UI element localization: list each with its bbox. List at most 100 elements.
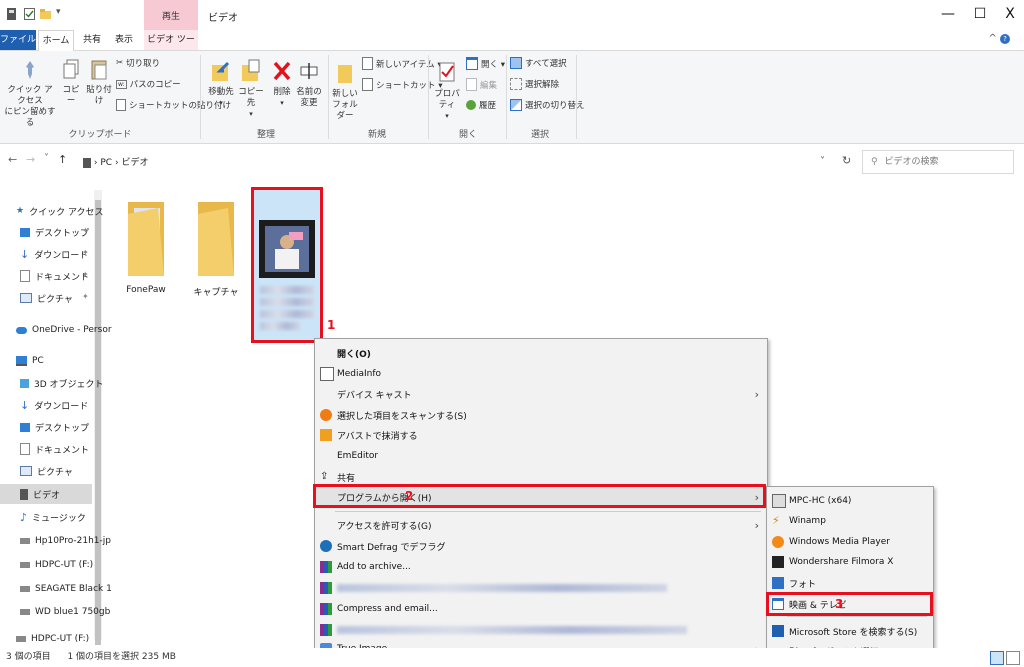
recent-locations-button[interactable]: ˅ <box>44 153 49 164</box>
menu-item-compress-email-named[interactable] <box>315 620 767 640</box>
breadcrumb-videos[interactable]: ビデオ <box>121 158 148 168</box>
menu-item-shred[interactable]: アバストで抹消する <box>315 425 767 445</box>
tab-file[interactable]: ファイル <box>0 30 36 50</box>
nav-pictures[interactable]: ピクチャ <box>20 289 73 307</box>
nav-pictures-pc[interactable]: ピクチャ <box>20 462 73 480</box>
menu-item-open[interactable]: 開く(O) <box>315 343 767 363</box>
rename-button[interactable]: 名前の 変更 <box>296 59 322 109</box>
properties-button[interactable]: プロパティ ▾ <box>430 59 464 122</box>
help-icon[interactable]: ? <box>1000 34 1010 44</box>
nav-pc[interactable]: PC <box>16 352 44 370</box>
open-button[interactable]: 開く ▾ <box>466 57 505 70</box>
address-bar[interactable]: › PC › ビデオ <box>82 152 824 174</box>
pin-icon[interactable]: ✦ <box>82 270 89 279</box>
tab-video-tools[interactable]: ビデオ ツール <box>144 30 198 65</box>
folder-fonepaw[interactable] <box>126 198 166 276</box>
cut-button[interactable]: ✂ 切り取り <box>116 57 160 69</box>
nav-downloads-pc[interactable]: ↓ ダウンロード <box>20 396 88 414</box>
nav-3d-objects[interactable]: 3D オブジェクト <box>20 374 104 392</box>
nav-downloads[interactable]: ↓ ダウンロード <box>20 245 88 263</box>
edit-button[interactable]: 編集 <box>466 78 497 91</box>
context-tab-label: 再生 <box>161 12 180 22</box>
tab-share[interactable]: 共有 <box>80 30 104 50</box>
pin-quick-access-button[interactable]: クイック アクセス にピン留めする <box>4 59 56 129</box>
nav-videos[interactable]: ビデオ <box>20 485 60 503</box>
submenu-item-store[interactable]: Microsoft Store を検索する(S) <box>767 621 933 641</box>
menu-item-add-archive-named[interactable] <box>315 578 767 598</box>
move-to-button[interactable]: 移動先 ▾ <box>206 59 236 109</box>
nav-drive-wd[interactable]: WD blue1 750gb <box>20 603 110 621</box>
mpc-icon <box>772 494 786 508</box>
invert-selection-button[interactable]: 選択の切り替え <box>510 99 585 111</box>
submenu-item-wmp[interactable]: Windows Media Player <box>767 532 933 552</box>
nav-quick-access[interactable]: ★ クイック アクセス <box>16 202 104 220</box>
menu-item-scan[interactable]: 選択した項目をスキャンする(S) <box>315 405 767 425</box>
star-icon: ★ <box>16 206 25 216</box>
paste-button[interactable]: 貼り付け <box>84 59 114 107</box>
file-label-capture[interactable]: キャプチャ <box>186 285 246 298</box>
step-label-2: 2 <box>405 489 414 503</box>
collapse-ribbon-icon[interactable]: ^ ? <box>988 33 1010 44</box>
nav-documents[interactable]: ドキュメント <box>20 267 89 285</box>
nav-drive-hdpc-root[interactable]: HDPC-UT (F:) <box>16 630 89 648</box>
menu-item-give-access[interactable]: アクセスを許可する(G) › <box>315 515 767 535</box>
select-all-button[interactable]: すべて選択 <box>510 57 567 69</box>
submenu-item-mpc[interactable]: MPC-HC (x64) <box>767 491 933 511</box>
nav-drive-hdpc[interactable]: HDPC-UT (F:) <box>20 556 93 574</box>
qat-dropdown-icon[interactable]: ▾ <box>56 7 61 17</box>
nav-desktop[interactable]: デスクトップ <box>20 223 89 241</box>
nav-label: ドキュメント <box>35 445 90 456</box>
back-button[interactable]: ← <box>8 153 17 166</box>
nav-music[interactable]: ♪ ミュージック <box>20 508 86 526</box>
menu-item-add-archive[interactable]: Add to archive... <box>315 557 767 577</box>
submenu-item-filmora[interactable]: Wondershare Filmora X <box>767 552 933 572</box>
menu-label: MPC-HC (x64) <box>789 496 852 506</box>
pin-icon[interactable]: ✦ <box>82 248 89 257</box>
menu-item-cast[interactable]: デバイス キャスト › <box>315 384 767 404</box>
menu-item-smart-defrag[interactable]: Smart Defrag でデフラグ <box>315 536 767 556</box>
maximize-button[interactable]: ☐ <box>966 4 994 24</box>
new-folder-button[interactable]: 新しい フォルダー <box>330 59 360 122</box>
step-label-1: 1 <box>327 318 336 332</box>
nav-documents-pc[interactable]: ドキュメント <box>20 440 89 458</box>
nav-drive-seagate[interactable]: SEAGATE Black 1 <box>20 580 112 598</box>
forward-button[interactable]: → <box>26 153 35 166</box>
copy-to-button[interactable]: コピー先 ▾ <box>236 59 266 120</box>
menu-item-mediainfo[interactable]: MediaInfo <box>315 364 767 384</box>
copy-path-button[interactable]: w: パスのコピー <box>116 78 181 90</box>
menu-item-compress-email[interactable]: Compress and email... <box>315 599 767 619</box>
details-view-icon[interactable] <box>990 651 1004 665</box>
edit-icon <box>466 78 477 91</box>
refresh-button[interactable]: ↻ <box>842 154 851 167</box>
pin-icon[interactable]: ✦ <box>82 226 89 235</box>
up-button[interactable]: ↑ <box>58 153 67 166</box>
highlight-box-step3 <box>766 592 933 616</box>
delete-button[interactable]: 削除 ▾ <box>270 59 294 109</box>
nav-scrollbar-thumb[interactable] <box>95 200 101 645</box>
nav-drive-hp[interactable]: Hp10Pro-21h1-jp <box>20 532 111 550</box>
pin-icon[interactable]: ✦ <box>82 292 89 301</box>
nav-desktop-pc[interactable]: デスクトップ <box>20 418 89 436</box>
tab-home[interactable]: ホーム <box>38 30 74 51</box>
submenu-item-winamp[interactable]: ⚡ Winamp <box>767 511 933 531</box>
breadcrumb-pc[interactable]: PC <box>100 158 112 168</box>
download-arrow-icon: ↓ <box>20 247 30 261</box>
close-button[interactable]: X <box>996 4 1024 24</box>
large-icons-view-icon[interactable] <box>1006 651 1020 665</box>
select-none-button[interactable]: 選択解除 <box>510 78 559 90</box>
folder-capture[interactable] <box>196 198 236 276</box>
search-box[interactable]: ⚲ ビデオの検索 <box>862 150 1014 174</box>
mediainfo-icon <box>320 367 334 381</box>
menu-item-emeditor[interactable]: EmEditor <box>315 446 767 466</box>
tab-view[interactable]: 表示 <box>112 30 136 50</box>
file-label-fonepaw[interactable]: FonePaw <box>116 285 176 295</box>
copy-button[interactable]: コピー <box>60 59 82 107</box>
submenu-item-photos[interactable]: フォト <box>767 573 933 593</box>
video-folder-icon <box>83 157 91 168</box>
nav-onedrive[interactable]: OneDrive - Persor <box>16 321 112 339</box>
new-folder-icon[interactable] <box>40 8 51 20</box>
address-dropdown-button[interactable]: ˅ <box>820 156 825 167</box>
properties-icon[interactable] <box>24 8 35 20</box>
history-button[interactable]: 履歴 <box>466 99 496 111</box>
minimize-button[interactable]: — <box>934 4 962 24</box>
